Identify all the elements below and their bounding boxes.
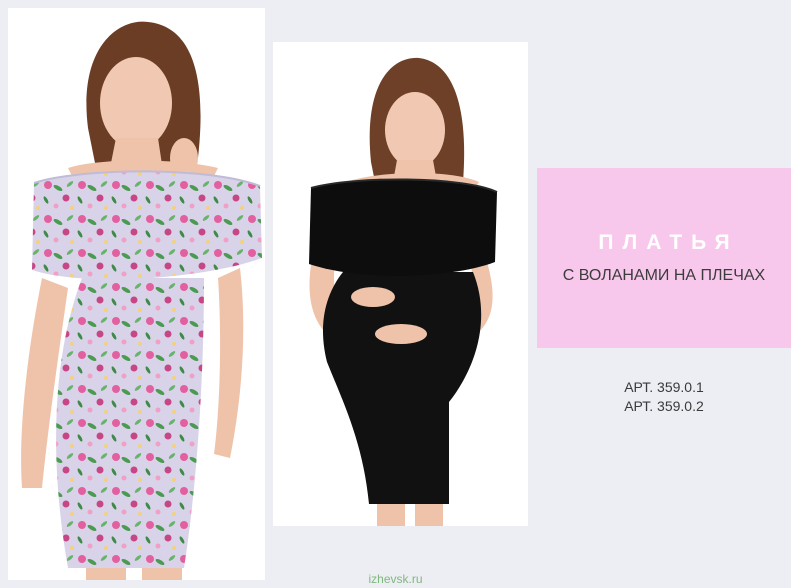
article-numbers: АРТ. 359.0.1 АРТ. 359.0.2 — [537, 378, 791, 416]
floral-dress-illustration — [21, 21, 262, 580]
promo-subtitle: С ВОЛАНАМИ НА ПЛЕЧАХ — [562, 267, 766, 284]
promo-banner: ПЛАТЬЯ С ВОЛАНАМИ НА ПЛЕЧАХ — [537, 168, 791, 348]
watermark: izhevsk.ru — [368, 572, 423, 586]
black-dress-illustration — [309, 57, 498, 526]
promo-title: ПЛАТЬЯ — [598, 231, 739, 254]
article-number: АРТ. 359.0.1 — [624, 379, 704, 395]
black-dress-photo — [273, 42, 528, 526]
floral-dress-photo — [8, 8, 265, 580]
article-number: АРТ. 359.0.2 — [624, 398, 704, 414]
